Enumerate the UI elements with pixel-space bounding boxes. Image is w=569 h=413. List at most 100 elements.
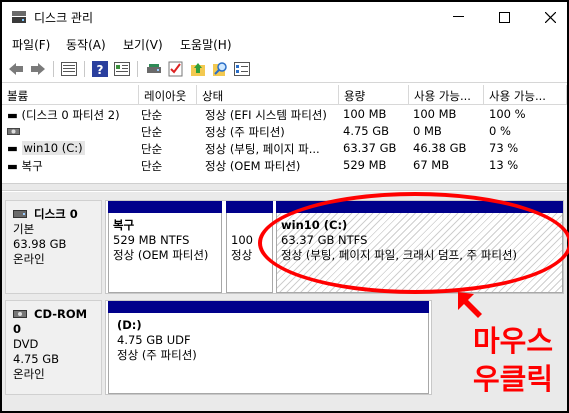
- up-folder-icon: [191, 63, 205, 76]
- disk-0-size: 63.98 GB: [13, 237, 67, 251]
- partition-c-drive[interactable]: win10 (C:) 63.37 GB NTFS 정상 (부팅, 페이지 파일,…: [276, 201, 563, 293]
- cdrom-0-label[interactable]: CD-ROM 0 DVD 4.75 GB 온라인: [5, 300, 102, 395]
- column-header-volume[interactable]: 볼륨: [2, 85, 139, 105]
- close-icon: [544, 11, 556, 23]
- cd-drive-icon: [7, 128, 20, 135]
- volume-name-text: win10 (C:): [21, 141, 85, 155]
- volume-layout: 단순: [141, 125, 163, 139]
- menu-help[interactable]: 도움말(H): [180, 36, 232, 53]
- hard-disk-icon: [13, 210, 27, 218]
- volume-percent: 73 %: [489, 141, 519, 155]
- toolbar-separator: [84, 61, 85, 77]
- settings-list-icon: [234, 62, 250, 76]
- volume-percent: 100 %: [489, 107, 526, 121]
- partition-d-drive[interactable]: (D:) 4.75 GB UDF 정상 (주 파티션): [108, 301, 429, 394]
- volume-free: 0 MB: [413, 124, 442, 138]
- disk-0-partitions: 복구 529 MB NTFS 정상 (OEM 파티션) 100 정상 win10…: [105, 200, 564, 294]
- partition-recovery[interactable]: 복구 529 MB NTFS 정상 (OEM 파티션): [108, 201, 222, 293]
- settings-list-button[interactable]: [232, 59, 252, 79]
- minimize-button[interactable]: [436, 6, 480, 28]
- partition-efi-body: 100 정상: [226, 213, 273, 293]
- partition-c-status: 정상 (부팅, 페이지 파일, 크래시 덤프, 주 파티션): [281, 248, 517, 262]
- pane-splitter[interactable]: [2, 183, 567, 191]
- search-icon: [213, 62, 227, 76]
- title-bar: 디스크 관리: [2, 2, 567, 32]
- partition-recovery-status: 정상 (OEM 파티션): [113, 248, 209, 262]
- partition-c-name: win10 (C:): [281, 218, 348, 232]
- volume-free: 67 MB: [413, 158, 450, 172]
- forward-arrow-icon: [31, 63, 45, 75]
- volume-row[interactable]: ▬ 복구 단순 정상 (OEM 파티션) 529 MB 67 MB 13 %: [2, 157, 567, 174]
- disk-0-type: 기본: [13, 222, 35, 236]
- partition-d-size: 4.75 GB UDF: [117, 333, 191, 347]
- column-header-layout[interactable]: 레이아웃: [139, 85, 197, 105]
- column-header-capacity[interactable]: 용량: [339, 85, 409, 105]
- column-header-free-space[interactable]: 사용 가능...: [409, 85, 484, 105]
- cd-drive-icon: [13, 310, 27, 318]
- maximize-button[interactable]: [482, 6, 526, 28]
- partition-recovery-body: 복구 529 MB NTFS 정상 (OEM 파티션): [108, 213, 222, 293]
- connect-disk-button[interactable]: [144, 59, 164, 79]
- disk-0-title: 디스크 0: [13, 207, 94, 222]
- volume-status: 정상 (주 파티션): [205, 125, 285, 139]
- column-header-status[interactable]: 상태: [197, 85, 339, 105]
- cdrom-0-partitions: (D:) 4.75 GB UDF 정상 (주 파티션): [105, 300, 432, 395]
- toolbar: ?: [2, 55, 567, 83]
- up-folder-button[interactable]: [188, 59, 208, 79]
- cdrom-0-state: 온라인: [13, 367, 45, 381]
- search-button[interactable]: [210, 59, 230, 79]
- list-view-icon: [61, 62, 77, 76]
- properties-button[interactable]: [112, 59, 132, 79]
- volume-free: 100 MB: [413, 107, 457, 121]
- help-button[interactable]: ?: [90, 59, 110, 79]
- svg-text:?: ?: [97, 63, 104, 77]
- partition-efi-size: 100: [231, 233, 253, 247]
- volume-name: ▬ (디스크 0 파티션 2): [7, 108, 120, 122]
- close-button[interactable]: [528, 6, 567, 28]
- partition-bar: [108, 201, 222, 213]
- partition-c-size: 63.37 GB NTFS: [281, 233, 368, 247]
- menu-bar: 파일(F) 동작(A) 보기(V) 도움말(H): [2, 33, 567, 54]
- menu-action[interactable]: 동작(A): [66, 36, 106, 53]
- partition-bar: [108, 301, 429, 313]
- volume-row[interactable]: 단순 정상 (주 파티션) 4.75 GB 0 MB 0 %: [2, 123, 567, 140]
- volume-layout: 단순: [141, 159, 163, 173]
- window-title: 디스크 관리: [34, 11, 94, 25]
- disk-icon: [147, 64, 161, 73]
- volume-row[interactable]: ▬ (디스크 0 파티션 2) 단순 정상 (EFI 시스템 파티션) 100 …: [2, 106, 567, 123]
- volume-percent: 0 %: [489, 124, 511, 138]
- volume-name-text: (디스크 0 파티션 2): [21, 108, 120, 122]
- disk-0-state: 온라인: [13, 252, 45, 266]
- partition-c-body: win10 (C:) 63.37 GB NTFS 정상 (부팅, 페이지 파일,…: [276, 213, 563, 293]
- partition-d-status: 정상 (주 파티션): [117, 348, 197, 362]
- disk-0-name: 디스크 0: [34, 207, 78, 221]
- volume-free: 46.38 GB: [413, 141, 467, 155]
- cdrom-0-size: 4.75 GB: [13, 352, 60, 366]
- back-arrow-icon: [9, 63, 23, 75]
- disk-map-pane: 디스크 0 기본 63.98 GB 온라인 복구 529 MB NTFS 정상 …: [2, 192, 567, 411]
- volume-capacity: 63.37 GB: [343, 141, 397, 155]
- check-button[interactable]: [166, 59, 186, 79]
- partition-efi[interactable]: 100 정상: [226, 201, 273, 293]
- menu-view[interactable]: 보기(V): [123, 36, 163, 53]
- properties-icon: [114, 62, 130, 76]
- check-icon: [168, 61, 183, 77]
- volume-status: 정상 (OEM 파티션): [205, 159, 301, 173]
- column-header-percent-free[interactable]: 사용 가능...: [484, 85, 567, 105]
- partition-bar: [276, 201, 563, 213]
- help-icon: ?: [92, 61, 108, 77]
- cdrom-0-type: DVD: [13, 337, 39, 351]
- toolbar-separator: [137, 61, 138, 77]
- volume-capacity: 4.75 GB: [343, 124, 390, 138]
- partition-d-body: (D:) 4.75 GB UDF 정상 (주 파티션): [108, 313, 429, 394]
- menu-file[interactable]: 파일(F): [12, 36, 50, 53]
- minimize-icon: [452, 16, 464, 17]
- disk-management-window: 디스크 관리 파일(F) 동작(A) 보기(V) 도움말(H) ? 볼륨 레이아…: [0, 0, 569, 413]
- forward-button[interactable]: [28, 59, 48, 79]
- back-button[interactable]: [6, 59, 26, 79]
- disk-0-label[interactable]: 디스크 0 기본 63.98 GB 온라인: [5, 200, 102, 294]
- list-view-button[interactable]: [59, 59, 79, 79]
- volume-percent: 13 %: [489, 158, 519, 172]
- volume-row[interactable]: ▬ win10 (C:) 단순 정상 (부팅, 페이지 파... 63.37 G…: [2, 140, 567, 157]
- partition-recovery-name: 복구: [113, 218, 135, 232]
